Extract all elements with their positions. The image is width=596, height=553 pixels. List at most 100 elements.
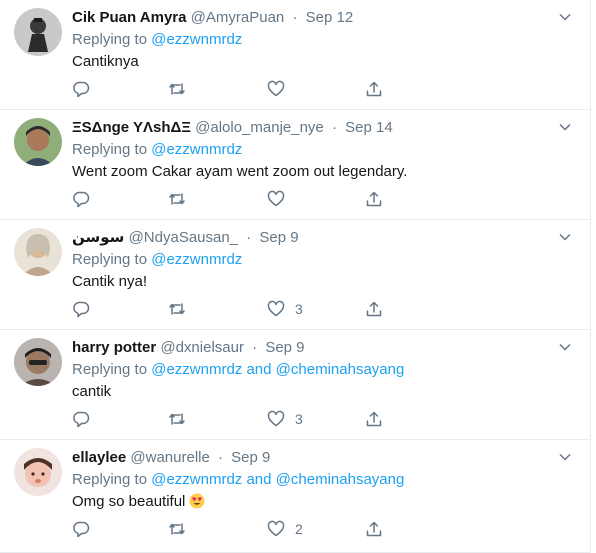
separator-dot: · [246, 229, 252, 246]
retweet-icon [169, 83, 185, 95]
chevron-down-icon[interactable] [558, 450, 572, 464]
reply-thread: Cik Puan Amyra @AmyraPuan · Sep 12 Reply… [0, 0, 591, 553]
heart-icon [267, 80, 285, 97]
replying-to: Replying to @ezzwnmrdz and @cheminahsaya… [72, 471, 404, 489]
like-button[interactable] [267, 189, 295, 209]
display-name[interactable]: harry potter [72, 339, 156, 356]
retweet-button[interactable] [168, 79, 186, 99]
reply-tweet[interactable]: harry potter @dxnielsaur · Sep 9 Replyin… [0, 330, 590, 440]
like-count: 2 [295, 521, 303, 537]
share-icon [366, 191, 382, 207]
retweet-button[interactable] [168, 189, 186, 209]
retweet-button[interactable] [168, 519, 186, 539]
user-handle[interactable]: @NdyaSausan_ [129, 229, 238, 246]
display-name[interactable]: Cik Puan Amyra [72, 9, 187, 26]
share-icon [366, 411, 382, 427]
mention-link[interactable]: @cheminahsayang [276, 471, 405, 488]
mention-link[interactable]: @ezzwnmrdz [151, 141, 242, 158]
mention-link[interactable]: @ezzwnmrdz [151, 471, 242, 488]
reply-button[interactable] [72, 519, 90, 539]
tweet-actions [72, 79, 392, 99]
reply-tweet[interactable]: Cik Puan Amyra @AmyraPuan · Sep 12 Reply… [0, 0, 590, 110]
reply-button[interactable] [72, 79, 90, 99]
avatar[interactable] [14, 228, 62, 276]
replying-to: Replying to @ezzwnmrdz [72, 251, 242, 269]
retweet-button[interactable] [168, 299, 186, 319]
retweet-icon [169, 413, 185, 425]
tweet-date[interactable]: Sep 9 [231, 449, 270, 466]
separator-dot: · [252, 339, 258, 356]
mention-link[interactable]: @ezzwnmrdz [151, 361, 242, 378]
like-button[interactable]: 2 [267, 519, 303, 539]
user-handle[interactable]: @alolo_manje_nye [195, 119, 324, 136]
reply-tweet[interactable]: سوسن @NdyaSausan_ · Sep 9 Replying to @e… [0, 220, 590, 330]
chevron-down-icon[interactable] [558, 120, 572, 134]
mention-joiner: and [242, 471, 276, 488]
replying-to-label: Replying to [72, 31, 152, 48]
reply-button[interactable] [72, 189, 90, 209]
tweet-text: Omg so beautiful [72, 493, 186, 510]
separator-dot: · [218, 449, 223, 466]
tweet-text: Went zoom Cakar ayam went zoom out legen… [72, 163, 408, 180]
retweet-button[interactable] [168, 409, 186, 429]
tweet-header: ellaylee @wanurelle · Sep 9 [72, 449, 270, 467]
heart-icon [267, 520, 285, 537]
display-name[interactable]: ellaylee [72, 449, 126, 466]
tweet-actions: 3 [72, 409, 392, 429]
share-icon [366, 301, 382, 317]
user-handle[interactable]: @wanurelle [130, 449, 209, 466]
tweet-date[interactable]: Sep 9 [265, 339, 304, 356]
user-handle[interactable]: @dxnielsaur [160, 339, 244, 356]
tweet-header: Cik Puan Amyra @AmyraPuan · Sep 12 [72, 9, 353, 27]
share-button[interactable] [365, 189, 383, 209]
display-name[interactable]: ΞSΔnge YΛshΔΞ [72, 119, 191, 136]
tweet-text: Cantik nya! [72, 273, 148, 290]
chevron-down-icon[interactable] [558, 10, 572, 24]
like-button[interactable]: 3 [267, 409, 303, 429]
tweet-date[interactable]: Sep 9 [259, 229, 298, 246]
retweet-icon [169, 303, 185, 315]
reply-icon [73, 301, 90, 318]
avatar[interactable] [14, 338, 62, 386]
reply-icon [73, 81, 90, 98]
reply-tweet[interactable]: ΞSΔnge YΛshΔΞ @alolo_manje_nye · Sep 14 … [0, 110, 590, 220]
replying-to: Replying to @ezzwnmrdz [72, 31, 242, 49]
share-button[interactable] [365, 519, 383, 539]
avatar[interactable] [14, 448, 62, 496]
like-button[interactable]: 3 [267, 299, 303, 319]
avatar[interactable] [14, 8, 62, 56]
tweet-text: Cantiknya [72, 53, 139, 70]
retweet-icon [169, 523, 185, 535]
chevron-down-icon[interactable] [558, 340, 572, 354]
tweet-date[interactable]: Sep 12 [306, 9, 354, 26]
tweet-date[interactable]: Sep 14 [345, 119, 393, 136]
user-handle[interactable]: @AmyraPuan [191, 9, 285, 26]
heart-icon [267, 300, 285, 317]
reply-icon [73, 411, 90, 428]
tweet-text: cantik [72, 383, 112, 400]
tweet-header: ΞSΔnge YΛshΔΞ @alolo_manje_nye · Sep 14 [72, 119, 393, 137]
mention-link[interactable]: @cheminahsayang [276, 361, 405, 378]
tweet-header: سوسن @NdyaSausan_ · Sep 9 [72, 229, 299, 247]
chevron-down-icon[interactable] [558, 230, 572, 244]
mention-link[interactable]: @ezzwnmrdz [151, 251, 242, 268]
like-button[interactable] [267, 79, 295, 99]
share-button[interactable] [365, 299, 383, 319]
reply-button[interactable] [72, 409, 90, 429]
mention-link[interactable]: @ezzwnmrdz [151, 31, 242, 48]
separator-dot: · [292, 9, 298, 26]
share-icon [366, 521, 382, 537]
tweet-text-container: Omg so beautiful [72, 493, 205, 511]
retweet-icon [169, 193, 185, 205]
avatar[interactable] [14, 118, 62, 166]
share-button[interactable] [365, 409, 383, 429]
replying-to-label: Replying to [72, 361, 152, 378]
like-count: 3 [295, 411, 303, 427]
reply-button[interactable] [72, 299, 90, 319]
mention-joiner: and [242, 361, 276, 378]
share-icon [366, 81, 382, 97]
reply-tweet[interactable]: ellaylee @wanurelle · Sep 9 Replying to … [0, 440, 590, 553]
replying-to-label: Replying to [72, 471, 152, 488]
share-button[interactable] [365, 79, 383, 99]
display-name[interactable]: سوسن [72, 229, 124, 246]
